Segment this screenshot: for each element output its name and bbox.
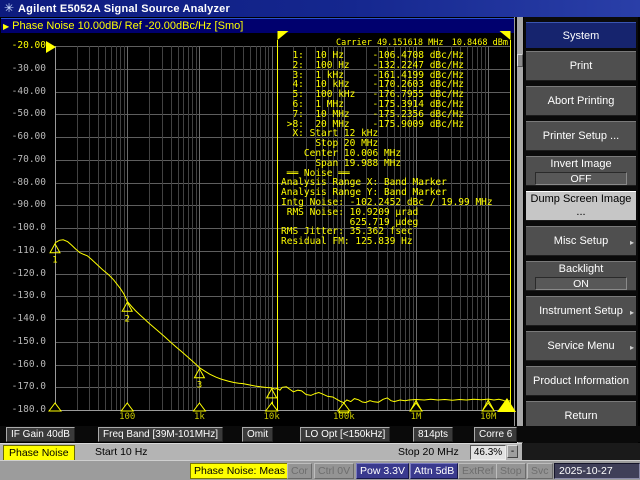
marker-position-triangle-icon [410, 403, 422, 411]
band-start-flag-icon [278, 31, 289, 40]
carrier-power: 10.8468 dBm [452, 38, 508, 48]
e5052a-application-window: ✳ Agilent E5052A Signal Source Analyzer … [0, 0, 640, 480]
marker-position-triangle-icon [49, 403, 61, 411]
marker-position-triangle-icon [266, 403, 278, 411]
phase-noise-trace [55, 240, 510, 403]
marker-position-triangle-icon [121, 403, 133, 411]
carrier-frequency: Carrier 49.151618 MHz [336, 38, 443, 48]
marker-1-number: 1 [52, 256, 57, 266]
info-panel-line: Residual FM: 125.839 Hz [281, 237, 493, 247]
marker-2-number: 2 [124, 314, 129, 324]
active-marker-triangle-icon [497, 398, 516, 412]
marker-3-number: 3 [197, 381, 202, 391]
marker-position-triangle-icon [193, 403, 205, 411]
marker-info-panel: 1: 10 Hz -106.4708 dBc/Hz 2: 100 Hz -132… [281, 51, 493, 247]
carrier-readout: Carrier 49.151618 MHz 10.8468 dBm [336, 38, 508, 48]
reference-level-icon [46, 41, 56, 53]
marker-position-triangle-icon [338, 403, 350, 411]
